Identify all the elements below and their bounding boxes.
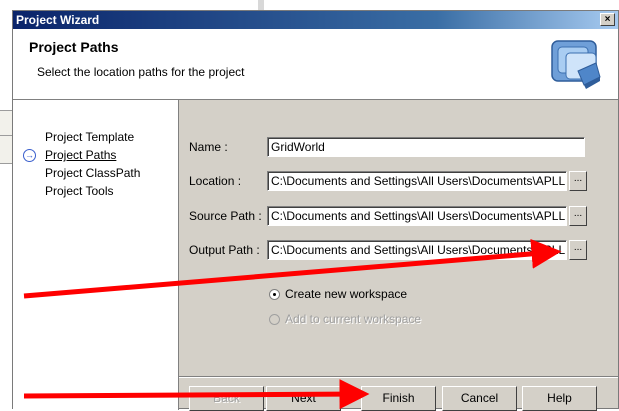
location-label: Location : <box>189 174 242 188</box>
name-input[interactable]: GridWorld <box>267 137 585 157</box>
page-title: Project Paths <box>29 39 119 55</box>
back-button[interactable]: Back <box>189 386 264 411</box>
add-workspace-radio <box>269 314 280 325</box>
button-divider <box>179 376 618 378</box>
source-path-input[interactable]: C:\Documents and Settings\All Users\Docu… <box>267 206 567 226</box>
page-subtitle: Select the location paths for the projec… <box>37 65 245 79</box>
output-path-input[interactable]: C:\Documents and Settings\All Users\Docu… <box>267 240 567 260</box>
cancel-button[interactable]: Cancel <box>442 386 517 411</box>
location-input[interactable]: C:\Documents and Settings\All Users\Docu… <box>267 171 567 191</box>
output-path-label: Output Path : <box>189 243 260 257</box>
location-browse-button[interactable]: ... <box>569 171 587 191</box>
next-button[interactable]: Next <box>266 386 341 411</box>
source-path-label: Source Path : <box>189 209 262 223</box>
add-workspace-label: Add to current workspace <box>285 312 422 326</box>
help-button[interactable]: Help <box>522 386 597 411</box>
project-wizard-dialog: Project Wizard × Project Paths Select th… <box>12 10 619 411</box>
nav-item-project-paths[interactable]: → Project Paths <box>23 148 117 162</box>
background-fragment <box>258 0 264 10</box>
name-label: Name : <box>189 140 228 154</box>
create-workspace-label[interactable]: Create new workspace <box>285 287 407 301</box>
finish-button[interactable]: Finish <box>361 386 436 411</box>
wizard-header: Project Paths Select the location paths … <box>13 29 618 100</box>
title-bar[interactable]: Project Wizard × <box>13 11 618 29</box>
wizard-workspace-icon <box>551 40 601 89</box>
nav-item-project-template[interactable]: Project Template <box>45 130 134 144</box>
paths-form-pane: Name : GridWorld Location : C:\Documents… <box>179 100 618 411</box>
close-button[interactable]: × <box>600 13 615 26</box>
current-step-arrow-icon: → <box>23 149 36 162</box>
create-workspace-radio[interactable] <box>269 289 280 300</box>
nav-item-label: Project Paths <box>45 148 117 162</box>
nav-item-project-tools[interactable]: Project Tools <box>45 184 113 198</box>
output-path-browse-button[interactable]: ... <box>569 240 587 260</box>
source-path-browse-button[interactable]: ... <box>569 206 587 226</box>
nav-item-project-classpath[interactable]: Project ClassPath <box>45 166 140 180</box>
window-title: Project Wizard <box>16 13 100 27</box>
wizard-steps-pane: Project Template → Project Paths Project… <box>13 100 179 410</box>
